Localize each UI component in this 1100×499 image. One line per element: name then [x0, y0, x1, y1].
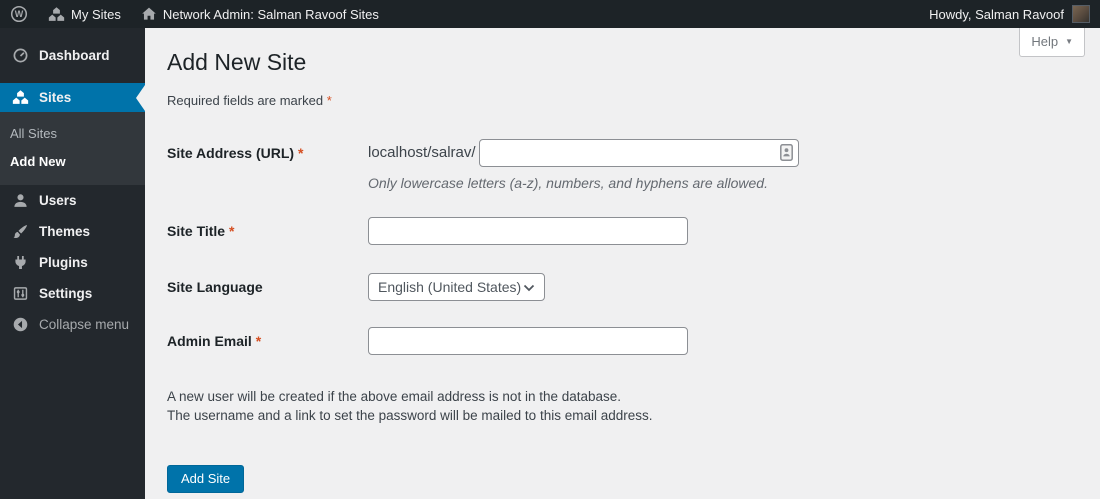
required-mark: *: [297, 144, 304, 161]
network-admin-label: Network Admin: Salman Ravoof Sites: [162, 6, 379, 22]
current-menu-arrow: [136, 84, 145, 111]
chevron-down-icon: ▼: [1065, 36, 1073, 46]
required-mark: *: [228, 222, 235, 239]
help-button[interactable]: Help ▼: [1019, 28, 1085, 57]
my-sites-menu[interactable]: My Sites: [38, 0, 131, 28]
site-address-prefix: localhost/salrav/: [368, 144, 476, 162]
themes-brush-icon: [11, 223, 29, 240]
sidebar-item-plugins[interactable]: Plugins: [0, 247, 145, 278]
main-content: Help ▼ Add New Site Required fields are …: [145, 28, 1100, 499]
admin-bar: W My Sites Network Admin: Salman Ravoof …: [0, 0, 1100, 28]
site-title-label: Site Title *: [167, 222, 235, 239]
site-address-label: Site Address (URL) *: [167, 144, 304, 161]
site-language-select[interactable]: English (United States): [368, 272, 545, 301]
wordpress-logo-icon: W: [10, 5, 28, 23]
site-language-row: Site Language English (United States): [167, 272, 1080, 301]
add-site-button[interactable]: Add Site: [167, 464, 245, 493]
email-note: A new user will be created if the above …: [167, 388, 653, 424]
required-mark: *: [255, 332, 262, 349]
sidebar-item-settings[interactable]: Settings: [0, 278, 145, 309]
required-fields-note: Required fields are marked *: [167, 92, 332, 108]
home-icon: [141, 6, 157, 22]
my-sites-icon: [48, 6, 65, 23]
sidebar-item-sites[interactable]: Sites: [0, 83, 145, 112]
sidebar-item-label: Sites: [39, 90, 72, 105]
svg-text:W: W: [15, 9, 24, 19]
site-address-input[interactable]: [478, 138, 799, 167]
network-admin-menu[interactable]: Network Admin: Salman Ravoof Sites: [131, 0, 389, 28]
site-title-input[interactable]: [368, 216, 688, 245]
wordpress-logo-menu[interactable]: W: [0, 0, 38, 28]
site-title-row: Site Title *: [167, 216, 1080, 245]
sidebar-item-label: Dashboard: [39, 48, 110, 63]
admin-email-row: Admin Email *: [167, 326, 1080, 355]
users-icon: [11, 192, 29, 209]
sidebar-item-label: Plugins: [39, 255, 88, 270]
help-label: Help: [1031, 34, 1059, 49]
howdy-label: Howdy, Salman Ravoof: [929, 6, 1064, 22]
site-address-help: Only lowercase letters (a-z), numbers, a…: [368, 174, 768, 191]
sidebar-subitem-add-new[interactable]: Add New: [0, 148, 145, 176]
select-chevron-icon: [523, 279, 535, 295]
admin-email-input[interactable]: [368, 326, 688, 355]
site-language-label: Site Language: [167, 278, 263, 295]
user-avatar: [1072, 5, 1090, 23]
sidebar-item-label: Settings: [39, 286, 93, 301]
sidebar-item-collapse-menu[interactable]: Collapse menu: [0, 309, 145, 340]
required-mark: *: [326, 92, 332, 108]
admin-bar-right: Howdy, Salman Ravoof: [919, 0, 1100, 28]
sidebar-item-label: Themes: [39, 224, 91, 239]
sidebar-item-label: Users: [39, 193, 77, 208]
sidebar: Dashboard Sites All Sites Add New Users …: [0, 28, 145, 499]
sidebar-item-themes[interactable]: Themes: [0, 216, 145, 247]
collapse-menu-label: Collapse menu: [39, 317, 130, 332]
account-menu[interactable]: Howdy, Salman Ravoof: [919, 0, 1100, 28]
collapse-arrow-icon: [11, 316, 29, 333]
add-site-form: Site Address (URL) * localhost/salrav/ O…: [167, 138, 1080, 355]
settings-sliders-icon: [11, 285, 29, 302]
sites-icon: [11, 89, 29, 106]
admin-bar-left: W My Sites Network Admin: Salman Ravoof …: [0, 0, 389, 28]
page-title: Add New Site: [167, 49, 307, 75]
dashboard-icon: [11, 47, 29, 64]
sidebar-item-users[interactable]: Users: [0, 185, 145, 216]
site-address-row: Site Address (URL) * localhost/salrav/ O…: [167, 138, 1080, 191]
sidebar-item-dashboard[interactable]: Dashboard: [0, 41, 145, 70]
admin-email-label: Admin Email *: [167, 332, 262, 349]
sidebar-subitem-all-sites[interactable]: All Sites: [0, 120, 145, 148]
wordpress-network-admin-screen: W My Sites Network Admin: Salman Ravoof …: [0, 0, 1100, 499]
my-sites-label: My Sites: [71, 6, 121, 22]
plugins-icon: [11, 254, 29, 271]
sites-submenu: All Sites Add New: [0, 112, 145, 185]
selected-language: English (United States): [378, 278, 522, 295]
input-autofill-icon[interactable]: [779, 143, 793, 166]
